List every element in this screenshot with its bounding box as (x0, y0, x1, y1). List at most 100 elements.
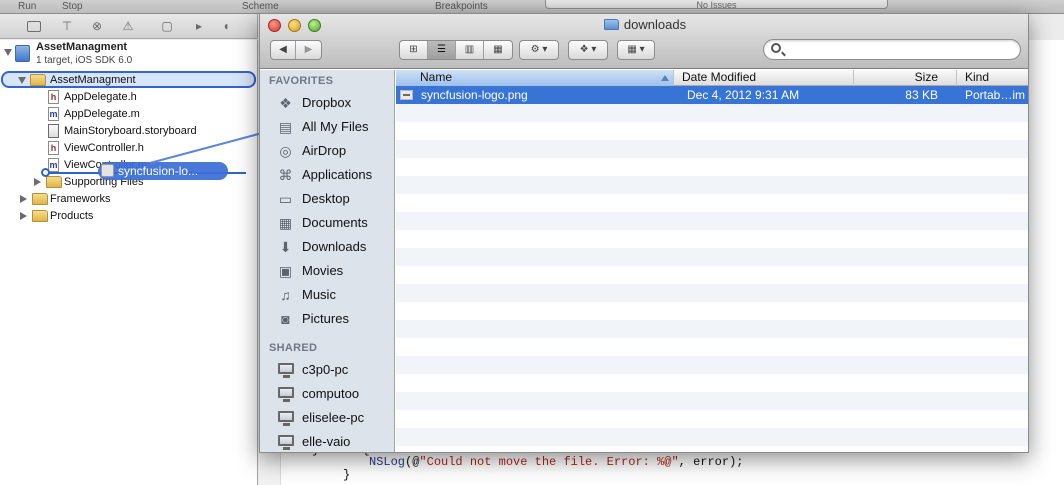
sidebar-item-label: Movies (302, 263, 344, 278)
code-fn: NSLog (369, 455, 406, 469)
tree-group-assetmanagment[interactable]: AssetManagment (0, 72, 258, 89)
sidebar-item-airdrop[interactable]: ◎ AirDrop (260, 140, 395, 162)
breakpoint-icon[interactable]: ▢ (160, 20, 174, 33)
search-input[interactable] (788, 42, 1013, 57)
sidebar-item-label: eliselee-pc (302, 410, 365, 425)
stop-button[interactable]: Stop (62, 0, 83, 13)
empty-row (396, 374, 1028, 392)
sidebar-item-computoo[interactable]: computoo (260, 383, 395, 405)
log-icon[interactable]: ▸ (192, 20, 206, 33)
column-header-date[interactable]: Date Modified (673, 70, 853, 86)
downloads-icon: ⬇ (279, 239, 292, 255)
tree-label: ViewController.h (64, 142, 144, 154)
column-header-kind[interactable]: Kind (956, 70, 1028, 86)
finder-titlebar: downloads ◀ ▶ ⊞ ☰ ▥ ▦ ⚙ ▾ ❖ ▾ ▦ ▾ (260, 14, 1028, 69)
dropbox-icon: ❖ (279, 95, 292, 111)
action-button[interactable]: ⚙ ▾ (519, 40, 559, 60)
empty-row (396, 338, 1028, 356)
empty-row (396, 266, 1028, 284)
sidebar-heading-favorites: FAVORITES (269, 75, 334, 87)
sidebar-item-elle-vaio[interactable]: elle-vaio (260, 431, 395, 452)
file-row-selected[interactable]: syncfusion-logo.png Dec 4, 2012 9:31 AM … (396, 86, 1028, 104)
tree-file-row[interactable]: h ViewController.h (0, 140, 258, 157)
column-header-label: Name (420, 70, 453, 84)
empty-row (396, 158, 1028, 176)
window-title-text: downloads (623, 17, 687, 32)
dragged-file-label: syncfusion-lo... (118, 164, 199, 178)
tree-label: AssetManagment (50, 74, 136, 86)
sidebar-item-music[interactable]: ♫ Music (260, 284, 395, 306)
disclosure-closed-icon[interactable] (34, 178, 41, 186)
tree-file-row[interactable]: h AppDelegate.h (0, 89, 258, 106)
music-icon: ♫ (280, 287, 291, 303)
image-file-icon (101, 164, 114, 177)
computer-icon (278, 435, 294, 450)
comment-icon[interactable]: ◖ (219, 20, 233, 33)
sidebar-item-movies[interactable]: ▣ Movies (260, 260, 395, 282)
window-title: downloads (260, 17, 1028, 32)
sidebar-item-label: Pictures (302, 311, 349, 326)
empty-row (396, 140, 1028, 158)
documents-icon: ▦ (278, 215, 293, 231)
file-list[interactable]: Name Date Modified Size Kind syncfusion-… (396, 70, 1028, 452)
dragged-file[interactable]: syncfusion-lo... (98, 162, 228, 180)
sidebar-item-applications[interactable]: ⌘ Applications (260, 164, 395, 186)
sidebar-item-label: Desktop (302, 191, 350, 206)
sidebar-item-documents[interactable]: ▦ Documents (260, 212, 395, 234)
sidebar-item-label: Dropbox (302, 95, 352, 110)
airdrop-icon: ◎ (279, 143, 292, 159)
arrange-button[interactable]: ▦ ▾ (617, 40, 655, 60)
code-string: "Could not move the file. Error: %@" (419, 455, 679, 469)
warning-icon[interactable]: ⚠ (121, 20, 135, 33)
run-button[interactable]: Run (18, 0, 36, 13)
empty-row (396, 248, 1028, 266)
code-line: } (343, 468, 351, 482)
tree-file-row[interactable]: MainStoryboard.storyboard (0, 123, 258, 140)
forward-button[interactable]: ▶ (296, 41, 321, 59)
implementation-file-icon: m (48, 107, 59, 121)
hierarchy-icon[interactable]: ⊤ (60, 20, 74, 33)
breakpoints-label[interactable]: Breakpoints (435, 0, 488, 13)
tree-group-products[interactable]: Products (0, 208, 258, 225)
column-header-size[interactable]: Size (853, 70, 956, 86)
storyboard-file-icon (48, 124, 59, 138)
sidebar-item-label: computoo (302, 386, 360, 401)
project-title[interactable]: AssetManagment (36, 41, 127, 53)
list-header: Name Date Modified Size Kind (396, 70, 1028, 86)
back-button[interactable]: ◀ (271, 41, 296, 59)
sidebar-item-label: c3p0-pc (302, 362, 349, 377)
drop-indicator-dot (41, 168, 50, 177)
dropbox-menu-button[interactable]: ❖ ▾ (568, 40, 608, 60)
project-subtitle: 1 target, iOS SDK 6.0 (36, 55, 133, 66)
folder-icon[interactable] (27, 21, 41, 32)
sidebar-item-c3p0-pc[interactable]: c3p0-pc (260, 359, 395, 381)
disclosure-closed-icon[interactable] (20, 195, 27, 203)
image-file-icon (400, 90, 413, 100)
tree-file-row[interactable]: m AppDelegate.m (0, 106, 258, 123)
folder-icon (46, 176, 62, 188)
sidebar-item-desktop[interactable]: ▭ Desktop (260, 188, 395, 210)
column-header-name[interactable]: Name (396, 70, 673, 86)
disclosure-open-icon[interactable] (4, 49, 12, 56)
view-mode-control: ⊞ ☰ ▥ ▦ (399, 40, 513, 60)
search-field[interactable] (763, 39, 1021, 60)
sidebar-item-dropbox[interactable]: ❖ Dropbox (260, 92, 395, 114)
folder-icon (32, 210, 48, 222)
sidebar-item-pictures[interactable]: ◙ Pictures (260, 308, 395, 330)
sidebar-item-eliselee-pc[interactable]: eliselee-pc (260, 407, 395, 429)
list-view-icon[interactable]: ☰ (428, 41, 456, 59)
finder-sidebar: FAVORITES ❖ Dropbox ▤ All My Files ◎ Air… (260, 70, 395, 452)
scheme-label[interactable]: Scheme (242, 0, 279, 13)
folder-icon (30, 74, 46, 86)
folder-icon (603, 19, 619, 30)
disclosure-closed-icon[interactable] (20, 212, 27, 220)
finder-window: downloads ◀ ▶ ⊞ ☰ ▥ ▦ ⚙ ▾ ❖ ▾ ▦ ▾ FAVORI… (259, 13, 1029, 453)
coverflow-icon[interactable]: ▦ (484, 41, 512, 59)
column-view-icon[interactable]: ▥ (456, 41, 484, 59)
icon-view-icon[interactable]: ⊞ (400, 41, 428, 59)
sidebar-item-all-my-files[interactable]: ▤ All My Files (260, 116, 395, 138)
disclosure-open-icon[interactable] (18, 77, 26, 84)
search-icon[interactable]: ⊗ (90, 20, 104, 33)
tree-group-frameworks[interactable]: Frameworks (0, 191, 258, 208)
sidebar-item-downloads[interactable]: ⬇ Downloads (260, 236, 395, 258)
